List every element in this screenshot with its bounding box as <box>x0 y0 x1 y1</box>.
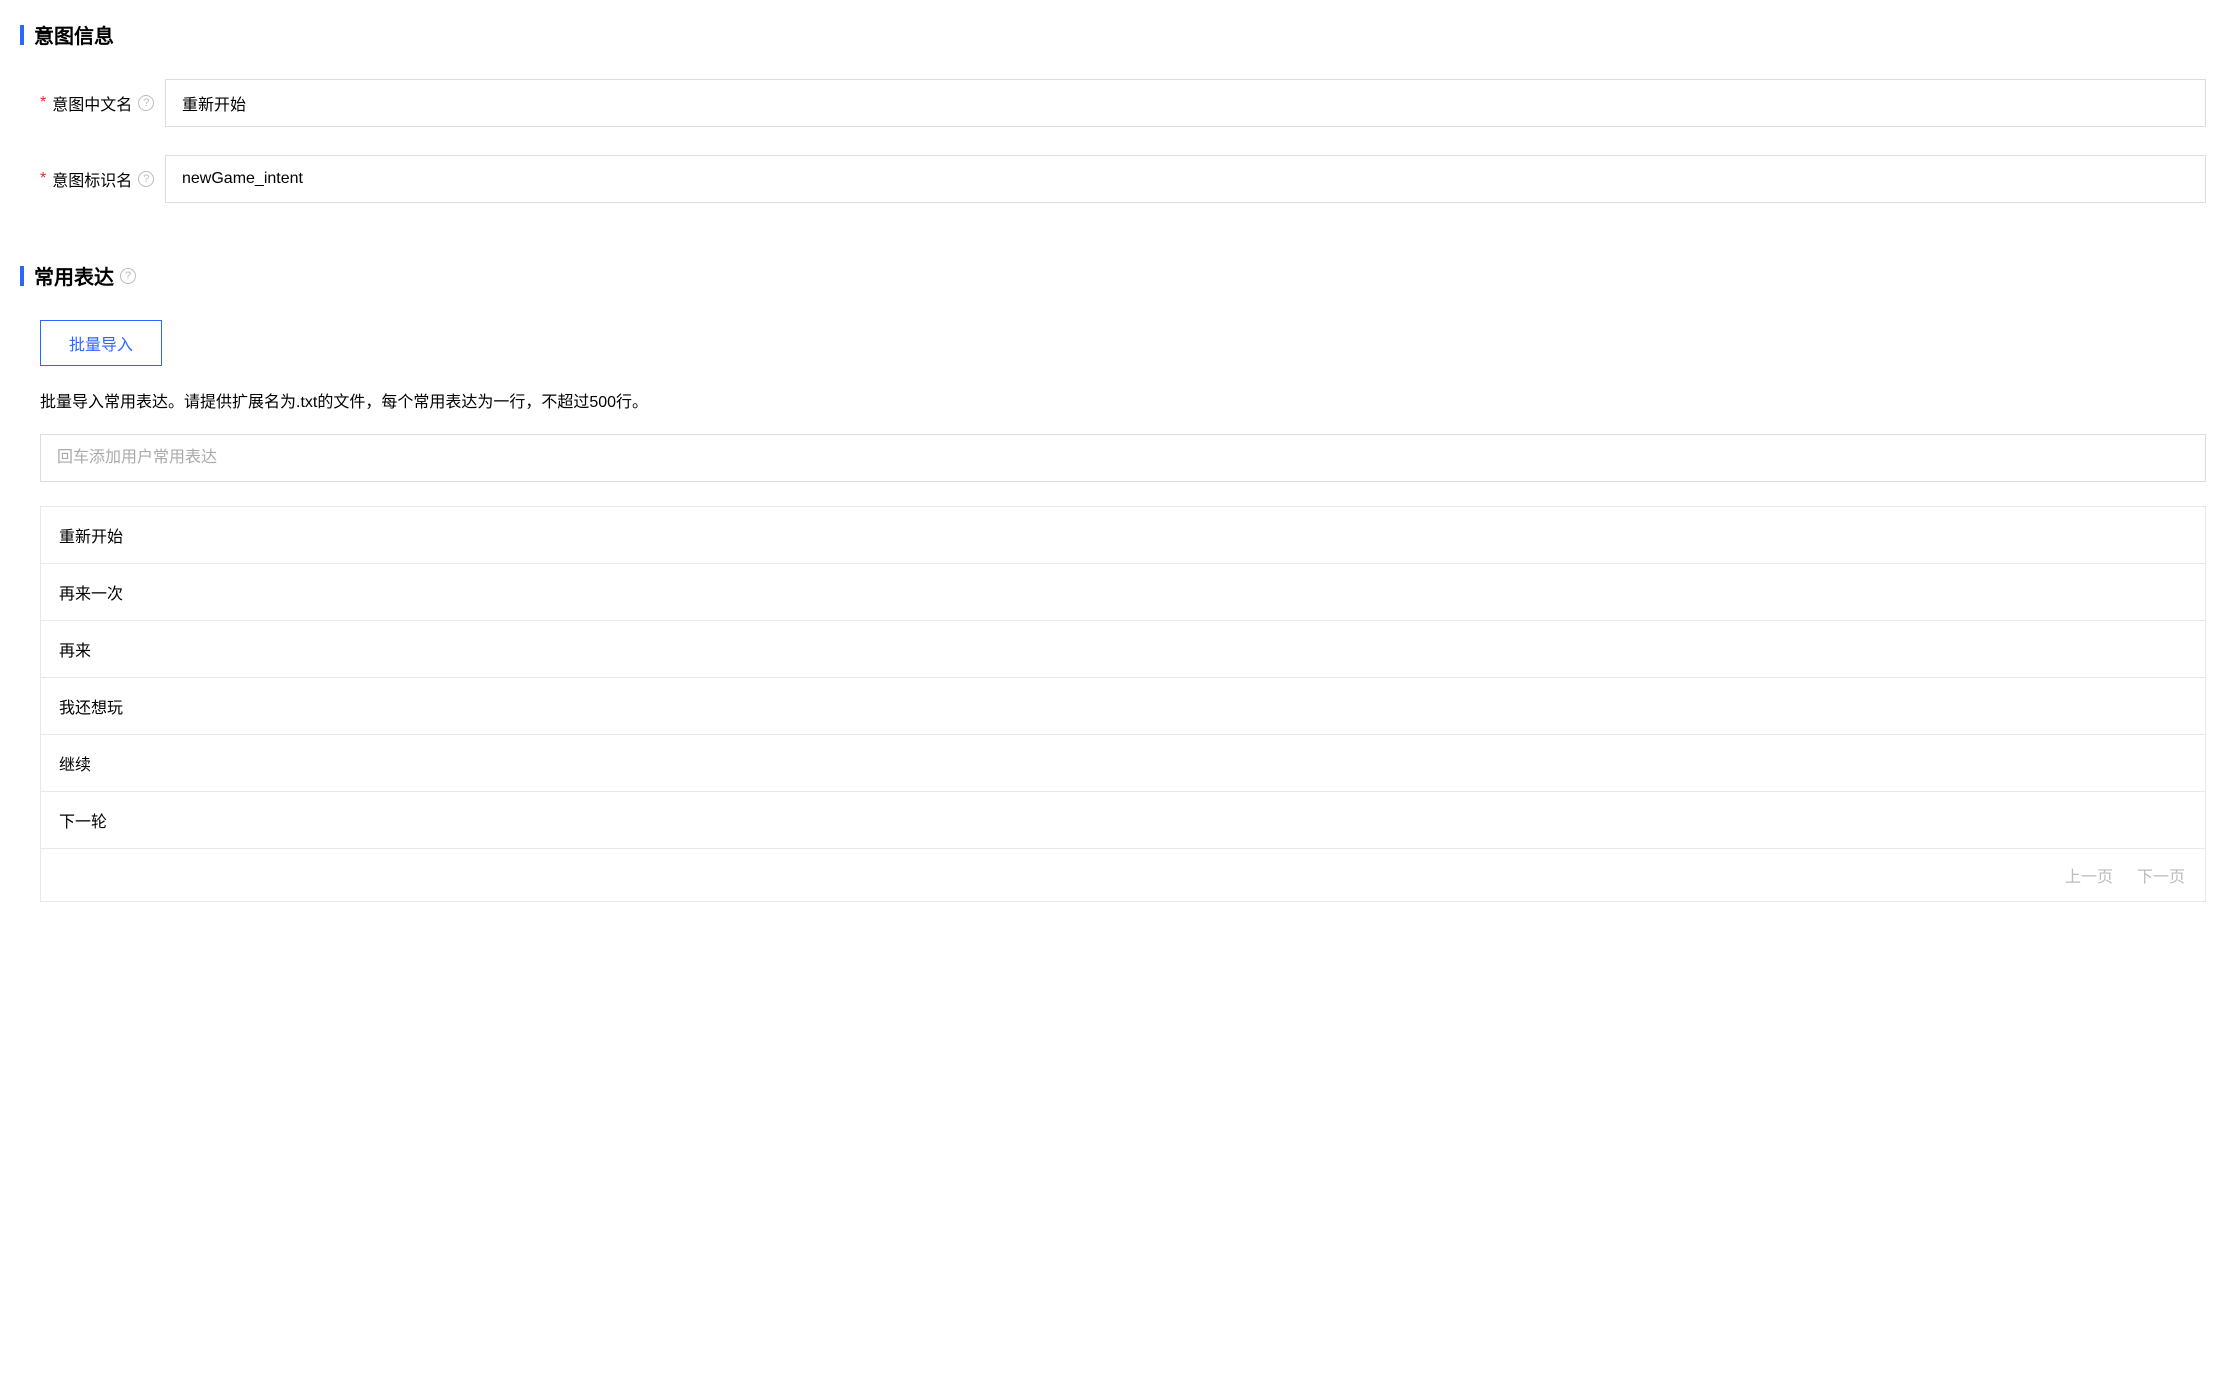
list-item[interactable]: 再来 <box>41 621 2205 678</box>
chinese-name-input[interactable] <box>165 79 2206 127</box>
form-label-chinese-name: * 意图中文名 ? <box>20 91 165 115</box>
label-text: 意图中文名 <box>52 91 132 115</box>
expression-input[interactable] <box>40 434 2206 482</box>
form-label-identifier: * 意图标识名 ? <box>20 167 165 191</box>
list-item[interactable]: 重新开始 <box>41 507 2205 564</box>
list-item[interactable]: 下一轮 <box>41 792 2205 849</box>
required-marker: * <box>40 94 46 112</box>
section-title: 意图信息 <box>34 20 114 49</box>
section-title: 常用表达 <box>34 261 114 290</box>
section-bar-icon <box>20 25 24 45</box>
next-page-button[interactable]: 下一页 <box>2137 863 2185 887</box>
required-marker: * <box>40 170 46 188</box>
list-item[interactable]: 我还想玩 <box>41 678 2205 735</box>
prev-page-button[interactable]: 上一页 <box>2065 863 2113 887</box>
section-bar-icon <box>20 266 24 286</box>
help-icon[interactable]: ? <box>120 268 136 284</box>
help-icon[interactable]: ? <box>138 95 154 111</box>
expressions-list: 重新开始 再来一次 再来 我还想玩 继续 下一轮 上一页 下一页 <box>40 506 2206 902</box>
list-item[interactable]: 再来一次 <box>41 564 2205 621</box>
expression-input-wrap <box>40 434 2206 482</box>
form-row-identifier: * 意图标识名 ? <box>20 155 2206 203</box>
help-icon[interactable]: ? <box>138 171 154 187</box>
bulk-import-button[interactable]: 批量导入 <box>40 320 162 366</box>
import-description: 批量导入常用表达。请提供扩展名为.txt的文件，每个常用表达为一行，不超过500… <box>40 388 2206 412</box>
form-row-chinese-name: * 意图中文名 ? <box>20 79 2206 127</box>
label-text: 意图标识名 <box>52 167 132 191</box>
list-item[interactable]: 继续 <box>41 735 2205 792</box>
pagination: 上一页 下一页 <box>41 849 2205 901</box>
identifier-input[interactable] <box>165 155 2206 203</box>
section-header-expressions: 常用表达 ? <box>20 261 2206 290</box>
section-header-intent-info: 意图信息 <box>20 20 2206 49</box>
